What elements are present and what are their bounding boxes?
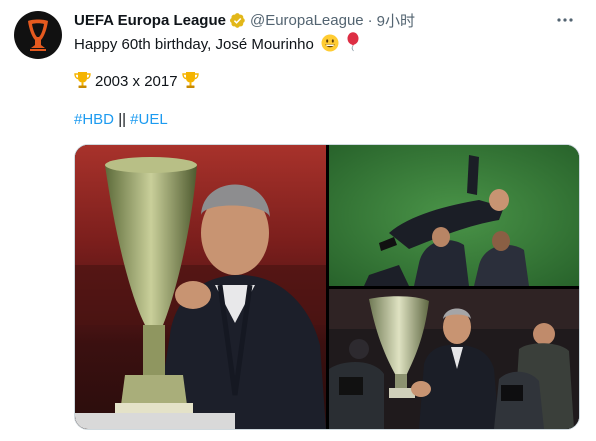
hashtag-separator: || — [118, 111, 126, 128]
tweet-card[interactable]: UEFA Europa League @EuropaLeague · 9小时 H… — [0, 0, 596, 441]
photo-mourinho-tossed-in-air[interactable] — [329, 145, 579, 286]
verified-badge-icon — [229, 12, 245, 28]
balloon-emoji-icon — [347, 32, 359, 52]
tweet-text-line-2: 2003 x 2017 — [74, 71, 199, 92]
uefa-europa-league-logo-icon — [28, 19, 48, 51]
tweet-header: UEFA Europa League @EuropaLeague · 9小时 — [74, 10, 576, 30]
hashtag-uel[interactable]: #UEL — [130, 111, 168, 128]
timestamp[interactable]: 9小时 — [377, 10, 415, 31]
separator-dot: · — [367, 11, 373, 29]
media-grid — [74, 144, 580, 430]
more-dots-icon[interactable] — [554, 9, 576, 31]
hashtag-hbd[interactable]: #HBD — [74, 111, 114, 128]
trophy-emoji-icon — [74, 72, 91, 88]
tweet-text-line-1: Happy 60th birthday, José Mourinho — [74, 32, 360, 55]
account-name[interactable]: UEFA Europa League — [74, 12, 226, 29]
avatar[interactable] — [14, 11, 62, 59]
photo-mourinho-with-trophy[interactable] — [75, 145, 326, 429]
account-handle[interactable]: @EuropaLeague — [250, 12, 364, 29]
birthday-text: Happy 60th birthday, José Mourinho — [74, 36, 314, 53]
years-text: 2003 x 2017 — [95, 73, 178, 90]
tweet-text-line-3: #HBD || #UEL — [74, 110, 168, 130]
trophy-emoji-icon — [181, 72, 199, 88]
photo-mourinho-lifting-trophy[interactable] — [329, 289, 579, 429]
grinning-face-emoji-icon — [321, 34, 339, 52]
